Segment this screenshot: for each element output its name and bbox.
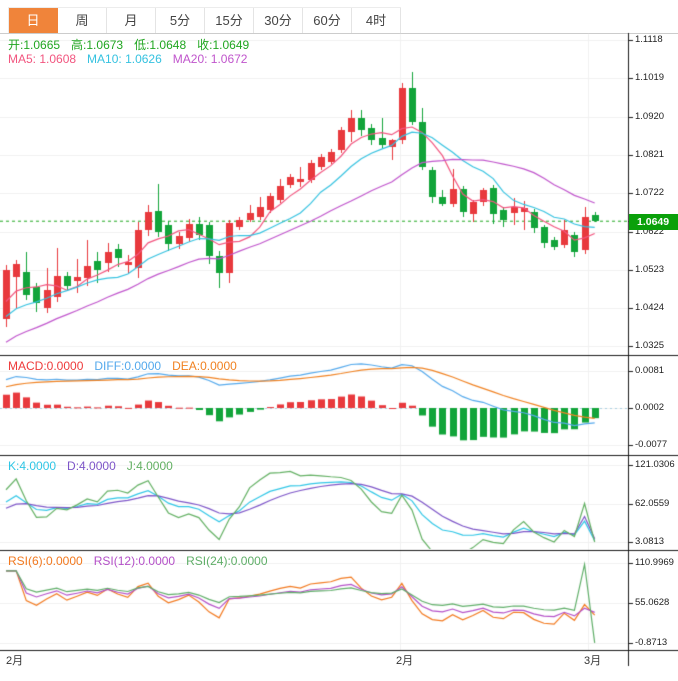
last-price-badge: 1.0649: [629, 214, 678, 230]
kline-chart-app: 日 周 月 5分 15分 30分 60分 4时 开:1.0665高:1.0673…: [0, 0, 678, 681]
kline-canvas[interactable]: [0, 0, 678, 680]
